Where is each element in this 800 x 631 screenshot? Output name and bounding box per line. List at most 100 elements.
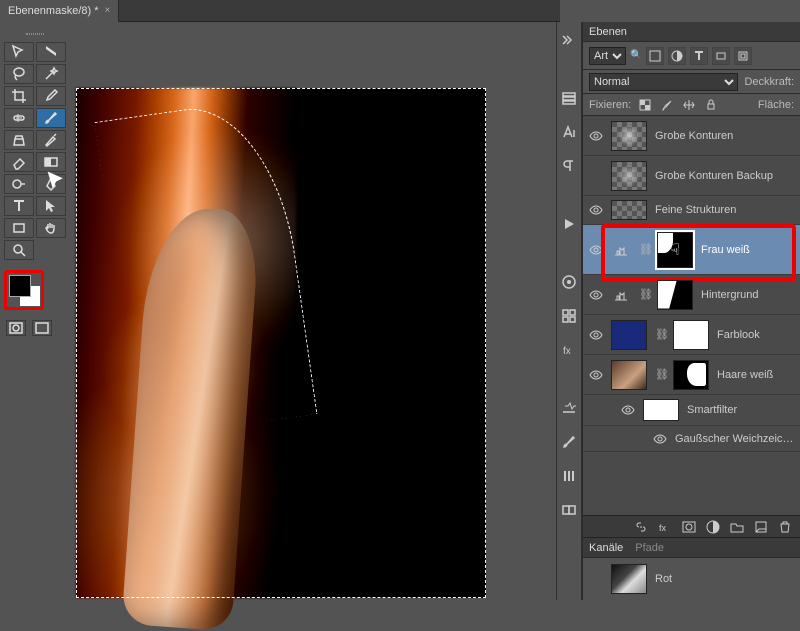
artboard-tool[interactable] <box>36 42 66 62</box>
gradient-tool[interactable] <box>36 152 66 172</box>
filter-shape-icon[interactable] <box>712 47 730 65</box>
channel-thumbnail[interactable] <box>611 564 647 594</box>
new-group-icon[interactable] <box>728 518 746 536</box>
move-tool[interactable] <box>4 42 34 62</box>
paragraph-panel-icon[interactable] <box>559 156 579 176</box>
layer-name[interactable]: Haare weiß <box>717 369 794 381</box>
zoom-tool[interactable] <box>4 240 34 260</box>
brush-tool[interactable] <box>36 108 66 128</box>
layer-fx-icon[interactable]: fx <box>656 518 674 536</box>
lock-move-icon[interactable] <box>681 97 697 113</box>
layers-panel-header[interactable]: Ebenen <box>583 22 800 42</box>
history-brush-tool[interactable] <box>36 130 66 150</box>
filter-pixel-icon[interactable] <box>646 47 664 65</box>
layer-row[interactable]: Grobe Konturen Backup <box>583 156 800 196</box>
brushes-panel-icon[interactable] <box>559 432 579 452</box>
layer-row[interactable]: Gaußscher Weichzeichner <box>583 426 800 452</box>
layer-thumbnail[interactable] <box>643 399 679 421</box>
layer-filter-kind[interactable]: Art <box>589 47 626 65</box>
layer-row[interactable]: Smartfilter <box>583 395 800 426</box>
visibility-toggle[interactable] <box>621 403 635 417</box>
lasso-tool[interactable] <box>4 64 34 84</box>
lock-all-icon[interactable] <box>703 97 719 113</box>
crop-tool[interactable] <box>4 86 34 106</box>
eyedropper-tool[interactable] <box>36 86 66 106</box>
document-canvas[interactable] <box>76 88 486 598</box>
layer-mask-thumbnail[interactable]: ☟ <box>657 232 693 268</box>
channels-panel-header[interactable]: Kanäle Pfade <box>583 538 800 558</box>
layer-row[interactable]: ⛓ ☟ Frau weiß <box>583 225 800 275</box>
layer-row[interactable]: Grobe Konturen <box>583 116 800 156</box>
paths-tab[interactable]: Pfade <box>635 542 664 554</box>
link-icon[interactable]: ⛓ <box>655 368 665 381</box>
visibility-toggle[interactable] <box>589 288 603 302</box>
lock-position-icon[interactable] <box>659 97 675 113</box>
channel-name[interactable]: Rot <box>655 573 672 585</box>
expand-panels-icon[interactable] <box>559 30 579 50</box>
link-icon[interactable]: ⛓ <box>655 328 665 341</box>
filter-type-icon[interactable] <box>690 47 708 65</box>
screen-mode-toggle[interactable] <box>32 320 52 336</box>
layer-name[interactable]: Grobe Konturen Backup <box>655 170 794 182</box>
layer-thumbnail[interactable] <box>611 161 647 191</box>
color-swatches[interactable] <box>4 270 44 310</box>
visibility-toggle[interactable] <box>589 243 603 257</box>
new-adjustment-icon[interactable] <box>704 518 722 536</box>
layer-mask-thumbnail[interactable] <box>657 280 693 310</box>
add-mask-icon[interactable] <box>680 518 698 536</box>
layer-name[interactable]: Farblook <box>717 329 794 341</box>
link-layers-icon[interactable] <box>632 518 650 536</box>
pen-tool[interactable] <box>36 174 66 194</box>
layer-name[interactable]: Feine Strukturen <box>655 204 794 216</box>
eraser-tool[interactable] <box>4 152 34 172</box>
visibility-toggle[interactable] <box>589 572 603 586</box>
lock-pixels-icon[interactable] <box>637 97 653 113</box>
magic-wand-tool[interactable] <box>36 64 66 84</box>
layer-thumbnail[interactable] <box>611 200 647 220</box>
visibility-toggle[interactable] <box>589 328 603 342</box>
visibility-toggle[interactable] <box>653 432 667 446</box>
clone-source-panel-icon[interactable] <box>559 500 579 520</box>
rectangle-tool[interactable] <box>4 218 34 238</box>
foreground-color[interactable] <box>9 275 31 297</box>
color-panel-icon[interactable] <box>559 272 579 292</box>
layer-name[interactable]: Gaußscher Weichzeichner <box>675 433 794 445</box>
swatches-panel-icon[interactable] <box>559 306 579 326</box>
visibility-toggle[interactable] <box>589 368 603 382</box>
link-icon[interactable]: ⛓ <box>639 288 649 301</box>
dodge-tool[interactable] <box>4 174 34 194</box>
history-panel-icon[interactable] <box>559 88 579 108</box>
link-icon[interactable]: ⛓ <box>639 243 649 256</box>
blend-mode-select[interactable]: Normal <box>589 73 738 91</box>
layer-thumbnail[interactable] <box>611 320 647 350</box>
healing-brush-tool[interactable] <box>4 108 34 128</box>
document-tab[interactable]: Ebenenmaske/8) * × <box>0 0 119 22</box>
visibility-toggle[interactable] <box>589 203 603 217</box>
layer-thumbnail[interactable] <box>611 121 647 151</box>
layer-name[interactable]: Hintergrund <box>701 289 794 301</box>
layer-row[interactable]: ⛓ Hintergrund <box>583 275 800 315</box>
channel-row[interactable]: Rot <box>583 558 800 600</box>
layer-mask-thumbnail[interactable] <box>673 360 709 390</box>
layer-name[interactable]: Grobe Konturen <box>655 130 794 142</box>
adjustments-panel-icon[interactable] <box>559 398 579 418</box>
actions-panel-icon[interactable] <box>559 214 579 234</box>
visibility-toggle[interactable] <box>589 169 603 183</box>
styles-panel-icon[interactable]: fx <box>559 340 579 360</box>
filter-adjustment-icon[interactable] <box>668 47 686 65</box>
clone-stamp-tool[interactable] <box>4 130 34 150</box>
visibility-toggle[interactable] <box>589 129 603 143</box>
path-selection-tool[interactable] <box>36 196 66 216</box>
layer-thumbnail[interactable] <box>611 360 647 390</box>
layer-row[interactable]: ⛓ Haare weiß <box>583 355 800 395</box>
layer-name[interactable]: Frau weiß <box>701 244 794 256</box>
panel-grip[interactable] <box>0 30 70 38</box>
new-layer-icon[interactable] <box>752 518 770 536</box>
delete-layer-icon[interactable] <box>776 518 794 536</box>
filter-smart-icon[interactable] <box>734 47 752 65</box>
brush-presets-panel-icon[interactable] <box>559 466 579 486</box>
layer-row[interactable]: ⛓ Farblook <box>583 315 800 355</box>
close-icon[interactable]: × <box>105 5 111 16</box>
quickmask-toggle[interactable] <box>6 320 26 336</box>
type-tool[interactable] <box>4 196 34 216</box>
